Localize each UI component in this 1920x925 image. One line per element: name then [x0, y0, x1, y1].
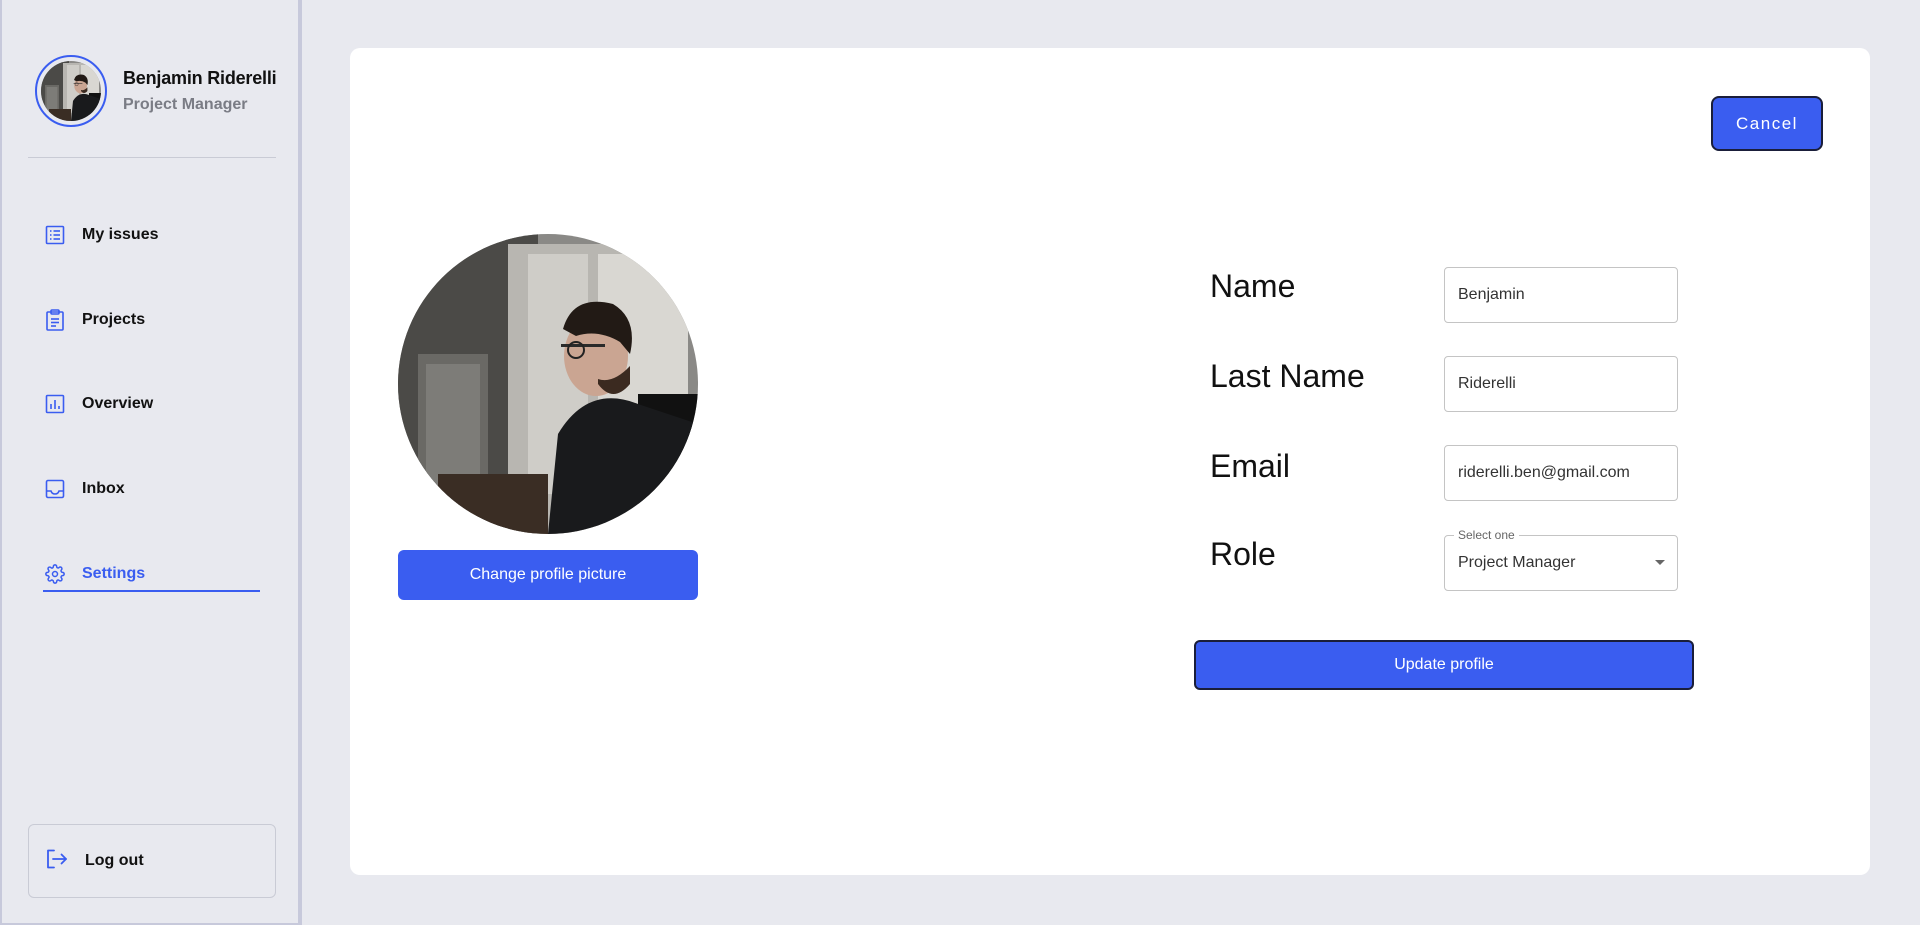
clipboard-icon — [44, 309, 66, 331]
user-profile[interactable]: Benjamin Riderelli Project Manager — [35, 55, 277, 127]
sidebar-item-projects[interactable]: Projects — [44, 306, 145, 334]
logout-label: Log out — [85, 852, 144, 869]
sidebar-item-my-issues[interactable]: My issues — [44, 221, 158, 249]
change-profile-picture-button[interactable]: Change profile picture — [398, 550, 698, 600]
name-label: Name — [1210, 268, 1296, 304]
avatar[interactable] — [35, 55, 107, 127]
user-role: Project Manager — [123, 96, 248, 113]
sidebar-item-inbox[interactable]: Inbox — [44, 475, 125, 503]
logout-button[interactable]: Log out — [28, 824, 276, 898]
sidebar-divider — [28, 157, 276, 158]
dropdown-arrow-icon — [1655, 560, 1665, 565]
profile-picture — [398, 234, 698, 534]
list-icon — [44, 224, 66, 246]
inbox-icon — [44, 478, 66, 500]
sidebar-item-overview[interactable]: Overview — [44, 390, 153, 418]
sidebar-item-label: My issues — [82, 226, 159, 243]
profile-settings-card: Cancel Change profile picture Name Last … — [350, 48, 1870, 875]
name-field[interactable] — [1444, 267, 1678, 323]
cancel-button[interactable]: Cancel — [1711, 96, 1823, 151]
email-label: Email — [1210, 448, 1291, 484]
sidebar-item-label: Overview — [82, 395, 154, 412]
active-indicator — [43, 590, 260, 592]
gear-icon — [44, 563, 66, 585]
last-name-label: Last Name — [1210, 358, 1365, 394]
last-name-field[interactable] — [1444, 356, 1678, 412]
sidebar-item-label: Projects — [82, 311, 146, 328]
sidebar-item-label: Settings — [82, 565, 146, 582]
sidebar: Benjamin Riderelli Project Manager My is… — [0, 0, 302, 925]
role-select-legend: Select one — [1454, 528, 1519, 542]
role-label: Role — [1210, 536, 1276, 572]
avatar-image — [41, 61, 101, 121]
user-name: Benjamin Riderelli — [123, 68, 277, 88]
sidebar-item-label: Inbox — [82, 480, 125, 497]
update-profile-button[interactable]: Update profile — [1194, 640, 1694, 690]
role-select[interactable]: Project Manager — [1444, 535, 1678, 591]
role-select-value: Project Manager — [1458, 554, 1576, 571]
logout-icon — [46, 849, 68, 874]
bar-chart-icon — [44, 393, 66, 415]
sidebar-item-settings[interactable]: Settings — [44, 560, 145, 588]
email-field[interactable] — [1444, 445, 1678, 501]
